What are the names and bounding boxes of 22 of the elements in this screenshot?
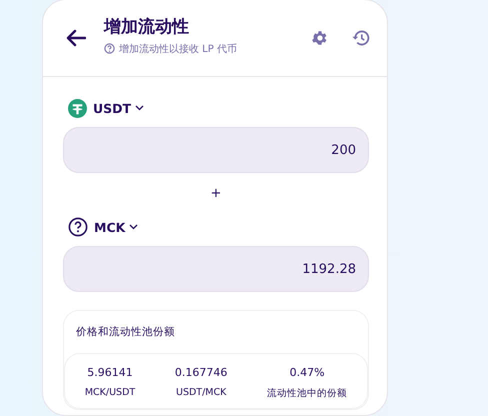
stat-value: 5.96141: [87, 366, 133, 379]
plus-sign: +: [210, 186, 222, 201]
help-icon: [68, 217, 88, 237]
caret-icon: [129, 224, 138, 230]
stat-value: 0.167746: [174, 366, 228, 379]
coin-icon: [68, 98, 87, 118]
history-icon[interactable]: [351, 29, 371, 47]
stat-label: USDT/MCK: [176, 387, 226, 398]
subtitle: 增加流动性以接收 LP 代币: [119, 42, 237, 56]
stat-label: MCK/USDT: [84, 387, 136, 398]
page-title: 增加流动性: [104, 16, 190, 38]
section-title: 价格和流动性池份额: [76, 325, 176, 339]
settings-icon[interactable]: [311, 29, 329, 47]
caret-icon: [135, 105, 144, 111]
token-selector[interactable]: MCK: [94, 220, 138, 234]
back-arrow-icon[interactable]: [66, 29, 86, 47]
amount-field[interactable]: 200: [63, 127, 369, 173]
stat-label: 流动性池中的份额: [267, 387, 348, 400]
stat-value: 0.47%: [290, 366, 325, 379]
amount-field[interactable]: 1192.28: [63, 246, 369, 292]
help-icon[interactable]: [104, 43, 115, 54]
token-selector[interactable]: USDT: [93, 100, 144, 116]
